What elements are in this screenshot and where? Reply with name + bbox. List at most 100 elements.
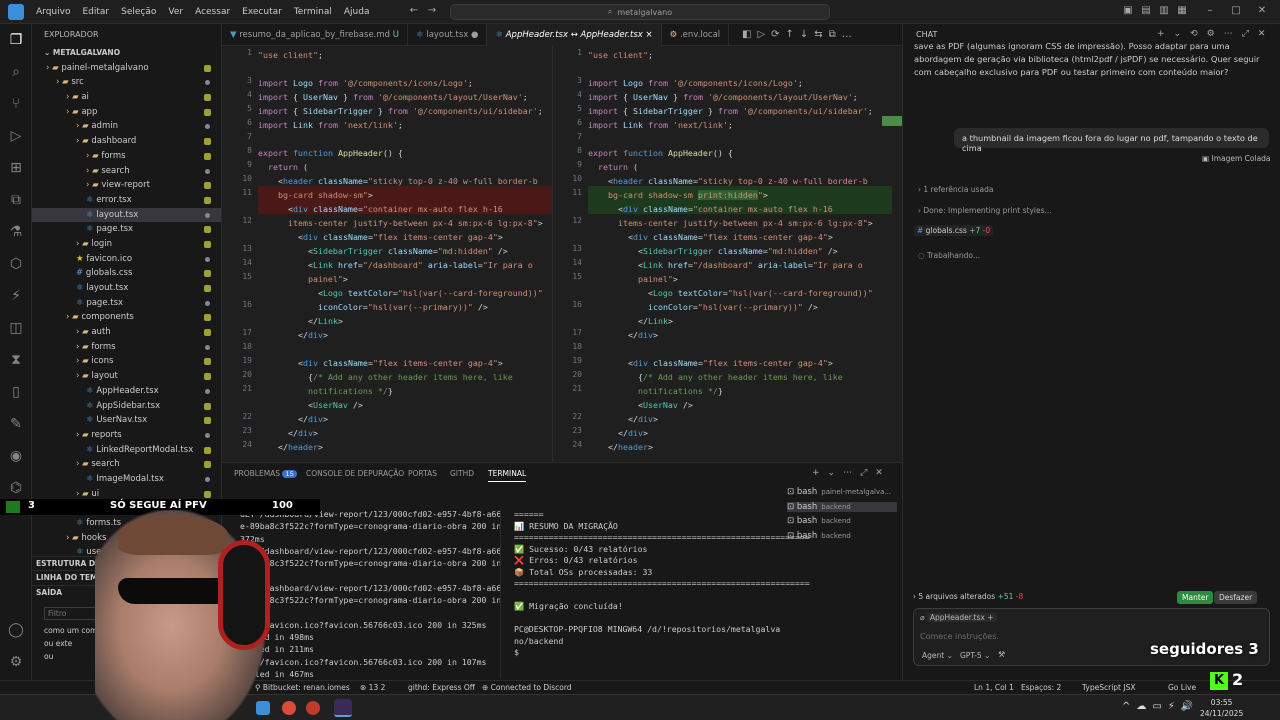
chat-input[interactable]: Comece instruções. xyxy=(920,632,999,641)
obs-taskbar-icon[interactable] xyxy=(306,701,320,715)
tree-folder[interactable]: › ▰ login xyxy=(32,237,221,252)
minimize-icon[interactable]: – xyxy=(1204,5,1216,17)
changed-file-chip[interactable]: # globals.css +7 -0 xyxy=(914,225,994,236)
tools-icon[interactable]: ⚒ xyxy=(998,650,1005,659)
menu-item[interactable]: Terminal xyxy=(288,7,338,17)
tree-folder[interactable]: › ▰ dashboard xyxy=(32,134,221,149)
githd-status[interactable]: githd: Express Off xyxy=(408,683,475,692)
clock[interactable]: 03:55 24/11/2025 xyxy=(1200,697,1243,719)
menu-item[interactable]: Arquivo xyxy=(30,7,76,17)
chrome-taskbar-icon[interactable] xyxy=(282,701,296,715)
layout-editor-icon[interactable]: ▥ xyxy=(1158,5,1170,17)
model-select[interactable]: GPT-5 ⌄ xyxy=(960,651,990,660)
tree-file[interactable]: ⚛ AppSidebar.tsx xyxy=(32,399,221,414)
terminal-instance[interactable]: ⊡ bash painel-metalgalva... xyxy=(787,487,891,497)
terminal-instance[interactable]: ⊡ bash backend xyxy=(787,531,851,541)
tab-ports[interactable]: PORTAS xyxy=(408,469,437,478)
menu-item[interactable]: Seleção xyxy=(115,7,162,17)
menu-item[interactable]: Acessar xyxy=(189,7,236,17)
diff-left-pane[interactable]: 1 3 4 5 6 7 8 9 10 11 12 13 14 15 16 17 18 19 20 21 22 23 24 "… xyxy=(222,46,552,462)
run-debug-icon[interactable]: ▷ xyxy=(6,126,26,146)
system-tray-icons[interactable]: ^☁▭⚡🔊 xyxy=(1122,701,1199,712)
tree-file[interactable]: ⚛ layout.tsx xyxy=(32,207,221,223)
tree-folder[interactable]: › ▰ src xyxy=(32,75,221,90)
indentation-status[interactable]: Espaços: 2 xyxy=(1021,683,1061,692)
tree-folder[interactable]: › ▰ auth xyxy=(32,325,221,340)
tree-folder[interactable]: › ▰ ai xyxy=(32,90,221,105)
tree-folder[interactable]: › ▰ app xyxy=(32,105,221,120)
tree-folder[interactable]: › ▰ forms xyxy=(32,149,221,164)
tree-folder[interactable]: › ▰ painel-metalgalvano xyxy=(32,61,221,76)
problems-status[interactable]: ⊗ 13 2 xyxy=(360,683,385,692)
tab-debug-console[interactable]: CONSOLE DE DEPURAÇÃO xyxy=(306,469,404,478)
tab-env-local[interactable]: ⚙ .env.local xyxy=(662,24,730,46)
back-arrow-icon[interactable]: ← xyxy=(408,5,420,17)
github-icon[interactable]: ◉ xyxy=(6,446,26,466)
references-used[interactable]: › 1 referência usada xyxy=(918,185,993,194)
tab-appheader-diff[interactable]: ⚛ AppHeader.tsx ↔ AppHeader.tsx × xyxy=(487,24,662,46)
tree-file[interactable]: ⚛ page.tsx xyxy=(32,296,221,311)
changes-summary[interactable]: › 5 arquivos alterados +51 -8 Manter Des… xyxy=(913,588,1270,606)
bitbucket-status[interactable]: ⚲ Bitbucket: renan.iomes xyxy=(255,683,350,692)
tree-file[interactable]: ⚛ ImageModal.tsx xyxy=(32,472,221,487)
diff-editor[interactable]: 1 3 4 5 6 7 8 9 10 11 12 13 14 15 16 17 18 19 20 21 22 23 24 "… xyxy=(222,46,902,462)
vscode-taskbar-icon[interactable] xyxy=(334,699,352,717)
account-icon[interactable]: ◯ xyxy=(6,620,26,640)
tree-file[interactable]: ⚛ error.tsx xyxy=(32,193,221,208)
discord-status[interactable]: ⊕ Connected to Discord xyxy=(482,683,572,692)
task-done[interactable]: › Done: Implementing print styles... xyxy=(918,206,1052,215)
close-window-icon[interactable]: ✕ xyxy=(1256,5,1268,17)
keep-button[interactable]: Manter xyxy=(1177,591,1214,604)
tree-file[interactable]: ⚛ AppHeader.tsx xyxy=(32,384,221,399)
layout-sidebar-icon[interactable]: ▣ xyxy=(1122,5,1134,17)
cursor-position[interactable]: Ln 1, Col 1 xyxy=(974,683,1014,692)
docker-icon[interactable]: ⬡ xyxy=(6,254,26,274)
attach-icon[interactable]: ⌀ xyxy=(920,613,927,622)
notebook-icon[interactable]: ▯ xyxy=(6,382,26,402)
tree-folder[interactable]: › ▰ reports xyxy=(32,428,221,443)
remote-icon[interactable]: ⧉ xyxy=(6,190,26,210)
tree-folder[interactable]: › ▰ admin xyxy=(32,119,221,134)
diff-right-pane[interactable]: 1 3 4 5 6 7 8 9 10 11 12 13 14 15 16 17 18 19 20 21 22 23 24 "… xyxy=(552,46,892,462)
tab-terminal[interactable]: TERMINAL xyxy=(488,469,527,482)
menu-item[interactable]: Ajuda xyxy=(338,7,376,17)
agent-mode-select[interactable]: Agent ⌄ xyxy=(922,651,953,660)
panel-actions[interactable]: +⌄⋯⤢✕ xyxy=(812,468,891,478)
command-center-search[interactable]: ⌕ metalgalvano xyxy=(450,4,830,20)
database-icon[interactable]: ◫ xyxy=(6,318,26,338)
undo-button[interactable]: Desfazer xyxy=(1214,591,1258,604)
forward-arrow-icon[interactable]: → xyxy=(426,5,438,17)
tab-problems[interactable]: PROBLEMAS 15 xyxy=(234,469,297,478)
tree-file[interactable]: ⚛ UserNav.tsx xyxy=(32,413,221,428)
tree-file[interactable]: ★ favicon.ico xyxy=(32,252,221,267)
tab-githd[interactable]: GITHD xyxy=(450,469,474,478)
workspace-root[interactable]: ⌄ METALGALVANO xyxy=(32,46,221,61)
chat-actions[interactable]: +⌄⟲⚙⋯⤢✕ xyxy=(1157,29,1274,39)
layout-panel-icon[interactable]: ▤ xyxy=(1140,5,1152,17)
terminal-instance[interactable]: ⊡ bash backend xyxy=(787,501,897,512)
tree-folder[interactable]: › ▰ layout xyxy=(32,369,221,384)
go-live-button[interactable]: Go Live xyxy=(1168,683,1196,692)
git-graph-icon[interactable]: ⌬ xyxy=(6,478,26,498)
tree-folder[interactable]: › ▰ components xyxy=(32,310,221,325)
terminal-instance[interactable]: ⊡ bash backend xyxy=(787,516,851,526)
pen-icon[interactable]: ✎ xyxy=(6,414,26,434)
tab-resumo[interactable]: ▼ resumo_da_aplicao_by_firebase.md U xyxy=(222,24,408,46)
menu-item[interactable]: Ver xyxy=(162,7,189,17)
live-share-icon[interactable]: ⚡ xyxy=(6,286,26,306)
tree-file[interactable]: ⚛ page.tsx xyxy=(32,222,221,237)
tree-file[interactable]: # globals.css xyxy=(32,266,221,281)
context-file-chip[interactable]: AppHeader.tsx + xyxy=(926,613,997,622)
tree-folder[interactable]: › ▰ search xyxy=(32,164,221,179)
tree-folder[interactable]: › ▰ forms xyxy=(32,340,221,355)
search-activity-icon[interactable]: ⌕ xyxy=(6,62,26,82)
timeline-icon[interactable]: ⧗ xyxy=(6,350,26,370)
settings-gear-icon[interactable]: ⚙ xyxy=(6,652,26,672)
testing-icon[interactable]: ⚗ xyxy=(6,222,26,242)
tab-layout[interactable]: ⚛ layout.tsx ● xyxy=(408,24,488,46)
explorer-icon[interactable]: ❐ xyxy=(6,30,26,50)
extensions-icon[interactable]: ⊞ xyxy=(6,158,26,178)
menu-item[interactable]: Executar xyxy=(236,7,288,17)
source-control-icon[interactable]: ⑂ xyxy=(6,94,26,114)
language-mode[interactable]: TypeScript JSX xyxy=(1082,683,1135,692)
